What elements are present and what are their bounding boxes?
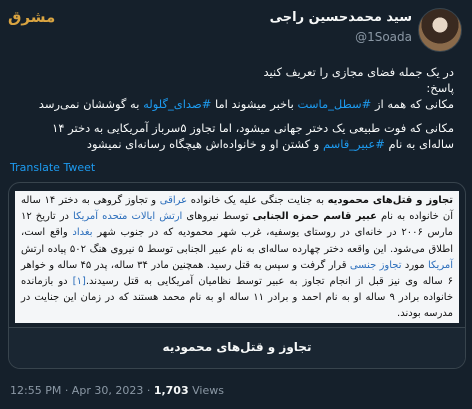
card-link[interactable]: تجاوز جنسی: [350, 260, 402, 271]
tweet-line: پاسخ:: [426, 81, 454, 95]
translate-tweet-link[interactable]: Translate Tweet: [10, 161, 95, 174]
tweet-line: مکانی که همه از #سطل_ماست باخبر میشوند ا…: [38, 97, 454, 111]
view-count: 1,703: [153, 384, 189, 397]
timestamp[interactable]: 12:55 PM · Apr 30, 2023 ·: [10, 384, 154, 397]
tweet-meta: 12:55 PM · Apr 30, 2023 · 1,703 Views: [10, 384, 224, 397]
author-name[interactable]: سید محمدحسین راجی: [270, 10, 412, 25]
author-handle[interactable]: @1Soada: [355, 30, 412, 44]
brand-logo: مشرق: [8, 8, 56, 26]
card-link[interactable]: عراقی: [160, 195, 187, 206]
tweet-text: در یک جمله فضای مجازی را تعریف کنید پاسخ…: [14, 64, 454, 152]
tweet-line: در یک جمله فضای مجازی را تعریف کنید: [263, 65, 454, 79]
card-link[interactable]: ارتش ایالات متحده آمریکا: [73, 211, 182, 222]
card-title-bar[interactable]: تجاوز و قتل‌های محمودیه: [9, 327, 465, 368]
hashtag-link[interactable]: #سطل_ماست: [298, 97, 372, 111]
card-link[interactable]: بغداد: [72, 227, 92, 238]
card-preview-text: تجاوز و قتل‌های محمودیه به جنایت جنگی عل…: [15, 191, 459, 323]
avatar[interactable]: [418, 8, 462, 52]
card-link[interactable]: آمریکا: [428, 260, 453, 271]
tweet-header: مشرق سید محمدحسین راجی @1Soada: [0, 0, 472, 60]
hashtag-link[interactable]: #عبیر_قاسم: [323, 137, 385, 151]
hashtag-link[interactable]: #صدای_گلوله: [143, 97, 211, 111]
tweet-line: مکانی که فوت طبیعی یک دختر جهانی میشود، …: [52, 121, 454, 151]
link-card[interactable]: تجاوز و قتل‌های محمودیه به جنایت جنگی عل…: [8, 182, 466, 369]
card-title: تجاوز و قتل‌های محمودیه: [162, 340, 312, 354]
views-label: Views: [188, 384, 224, 397]
reference-link[interactable]: [۱]: [73, 276, 86, 287]
